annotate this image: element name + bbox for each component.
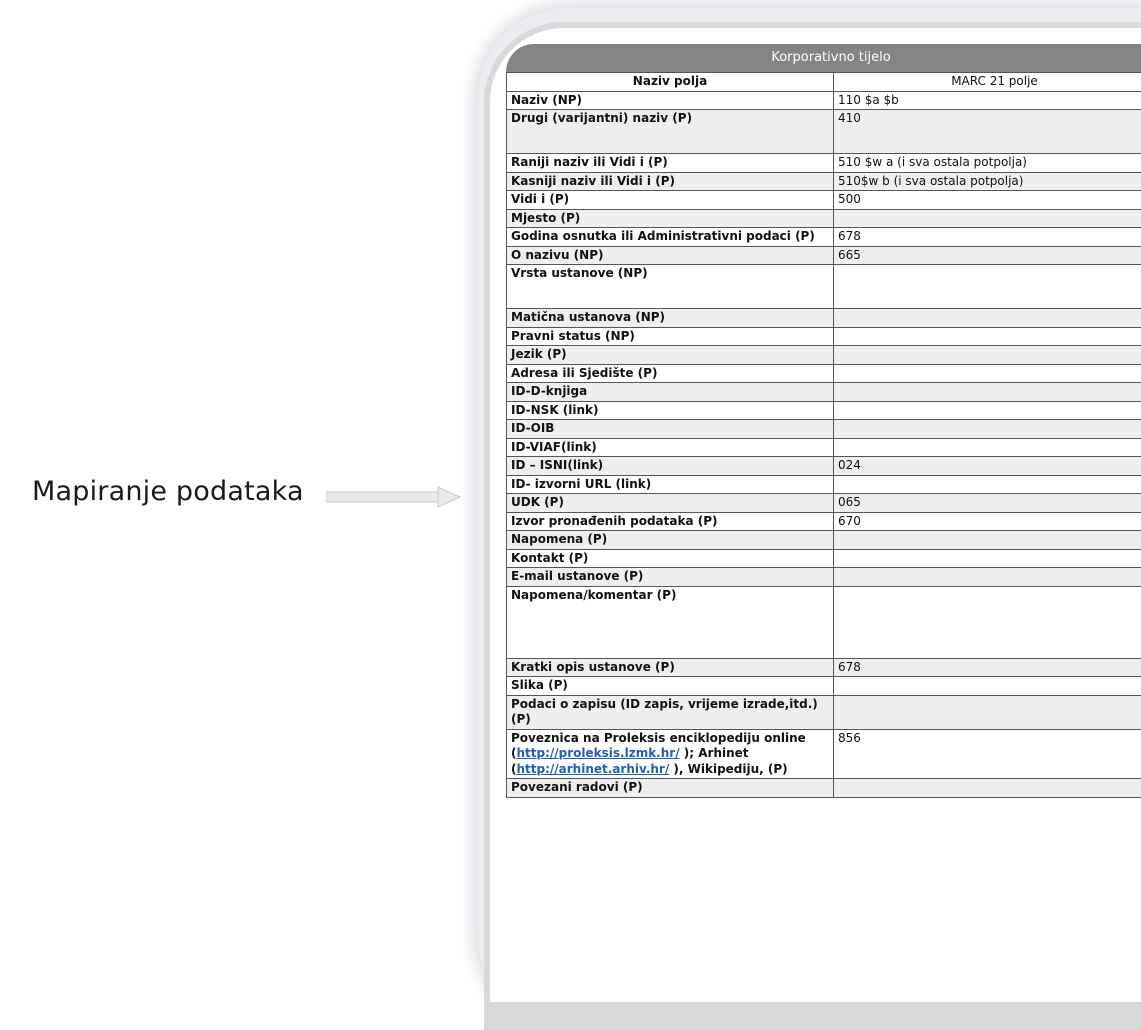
table-card: Korporativno tijelo Naziv polja MARC 21 … [484,22,1141,1030]
link-row-label: Poveznica na Proleksis enciklopediju onl… [511,730,806,745]
table-row: Matična ustanova (NP) [506,308,1141,328]
table-row: Podaci o zapisu (ID zapis, vrijeme izrad… [506,694,1141,730]
table-row: Vidi i (P) 500 [506,190,1141,210]
table-row: ID- izvorni URL (link) [506,474,1141,494]
table-row: ID-OIB [506,419,1141,439]
proleksis-link[interactable]: http://proleksis.lzmk.hr/ [516,746,679,760]
table-row: O nazivu (NP) 665 [506,245,1141,265]
table-row: Slika (P) [506,676,1141,696]
header-field-name: Naziv polja [506,72,834,92]
table-row: Napomena (P) [506,530,1141,550]
table-row: E-mail ustanove (P) [506,567,1141,587]
table-row: Godina osnutka ili Administrativni podac… [506,227,1141,247]
arrow-right-icon [326,486,462,508]
table-row: Kratki opis ustanove (P) 678 [506,657,1141,677]
table-row: Povezani radovi (P) [506,778,1141,798]
table-row: Vrsta ustanove (NP) [506,264,1141,309]
table-row: Adresa ili Sjedište (P) [506,363,1141,383]
table-row: Pravni status (NP) [506,326,1141,346]
table-row: Drugi (varijantni) naziv (P) 410 [506,109,1141,154]
card-bottom-bar [490,1002,1141,1024]
table-row: ID-D-knjiga [506,382,1141,402]
table-row: Jezik (P) [506,345,1141,365]
table-row: ID-VIAF(link) [506,437,1141,457]
table-row: UDK (P) 065 [506,493,1141,513]
table-row: Mjesto (P) [506,208,1141,228]
table-row: Napomena/komentar (P) [506,585,1141,659]
header-marc: MARC 21 polje [833,72,1141,92]
table-title: Korporativno tijelo [506,44,1141,72]
table-row: Poveznica na Proleksis enciklopediju onl… [506,728,1141,779]
arhinet-link[interactable]: http://arhinet.arhiv.hr/ [516,762,669,776]
mapping-table: Naziv polja MARC 21 polje Naziv (NP) 110 … [506,72,1141,798]
table-row: Kontakt (P) [506,548,1141,568]
table-row: ID-NSK (link) [506,400,1141,420]
table-row: Naziv (NP) 110 $a $b [506,90,1141,110]
side-label: Mapiranje podataka [32,476,304,507]
table-row: Raniji naziv ili Vidi i (P) 510 $w a (i s… [506,153,1141,173]
table-row: Kasniji naziv ili Vidi i (P) 510$w b (i s… [506,171,1141,191]
table-row: ID – ISNI(link) 024 [506,456,1141,476]
table-header-row: Naziv polja MARC 21 polje [506,72,1141,92]
table-row: Izvor pronađenih podataka (P) 670 [506,511,1141,531]
